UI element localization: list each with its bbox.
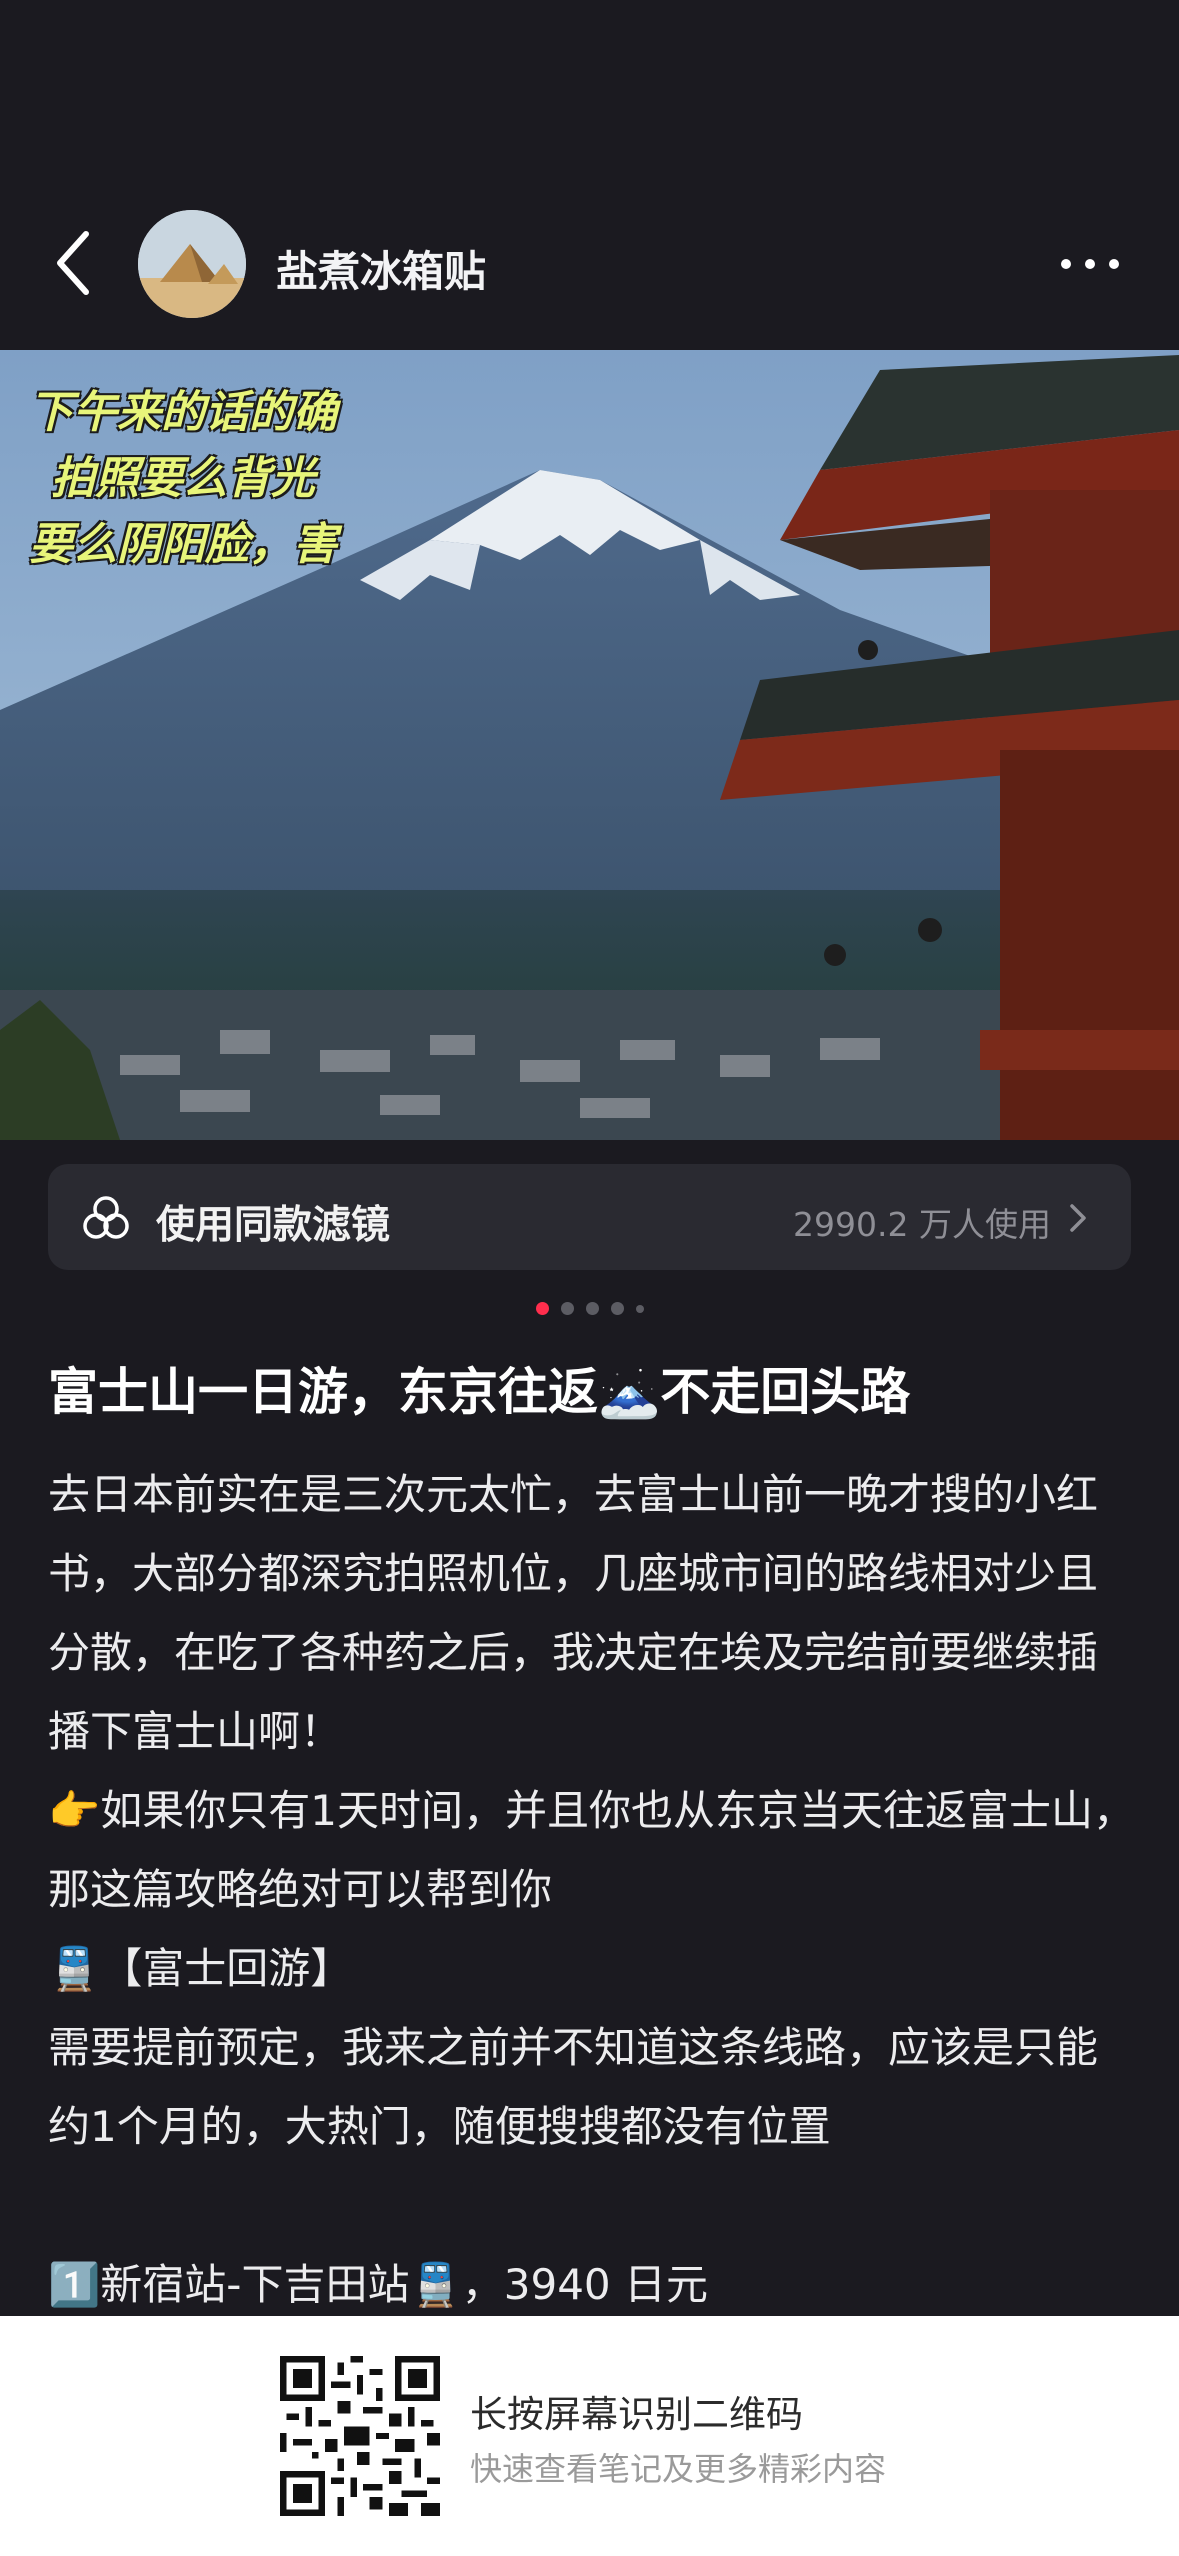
note-paragraph: 1️⃣新宿站-下吉田站🚆，3940 日元 <box>48 2260 708 2309</box>
note-photo[interactable]: 下午来的话的确 拍照要么背光 要么阴阳脸，害 <box>0 350 1179 1140</box>
qr-subtitle: 快速查看笔记及更多精彩内容 <box>470 2450 887 2488</box>
note-title: 富士山一日游，东京往返🗻不走回头路 <box>48 1363 911 1421</box>
note-paragraph: 🚆【富士回游】 <box>48 1944 353 1993</box>
photo-overlay-text: 下午来的话的确 拍照要么背光 要么阴阳脸，害 <box>29 387 337 570</box>
carousel-dot[interactable] <box>635 1304 644 1313</box>
note-paragraph: 👉如果你只有1天时间，并且你也从东京当天往返富士山，那这篇攻略绝对可以帮到你 <box>48 1786 1136 1914</box>
note-body: 去日本前实在是三次元太忙，去富士山前一晚才搜的小红书，大部分都深究拍照机位，几座… <box>48 1455 1138 2324</box>
filter-label: 使用同款滤镜 <box>156 1203 391 1248</box>
username[interactable]: 盐煮冰箱贴 <box>276 238 486 299</box>
carousel-dot[interactable] <box>535 1302 549 1315</box>
qr-bar[interactable]: 长按屏幕识别二维码 快速查看笔记及更多精彩内容 <box>0 2316 1179 2556</box>
chevron-right-icon <box>1070 1204 1086 1232</box>
note-paragraph: 需要提前预定，我来之前并不知道这条线路，应该是只能约1个月的，大热门，随便搜搜都… <box>48 2023 1099 2151</box>
chevron-left-icon[interactable] <box>52 228 96 298</box>
top-bar: 盐煮冰箱贴 <box>0 0 1179 350</box>
qr-title: 长按屏幕识别二维码 <box>470 2393 803 2436</box>
carousel-dot[interactable] <box>610 1302 624 1315</box>
note-paragraph: 去日本前实在是三次元太忙，去富士山前一晚才搜的小红书，大部分都深究拍照机位，几座… <box>48 1470 1099 1756</box>
qr-code-icon[interactable] <box>280 2356 440 2516</box>
carousel-indicator <box>0 1298 1179 1318</box>
filter-circles-icon <box>83 1196 129 1239</box>
same-filter-button[interactable]: 使用同款滤镜 2990.2 万人使用 <box>48 1164 1131 1270</box>
carousel-dot[interactable] <box>560 1302 574 1315</box>
avatar[interactable] <box>138 210 246 318</box>
ellipsis-icon[interactable] <box>1058 246 1122 282</box>
filter-usage-count: 2990.2 万人使用 <box>793 1205 1051 1244</box>
carousel-dot[interactable] <box>585 1302 599 1315</box>
note-paragraph <box>48 2166 1138 2245</box>
